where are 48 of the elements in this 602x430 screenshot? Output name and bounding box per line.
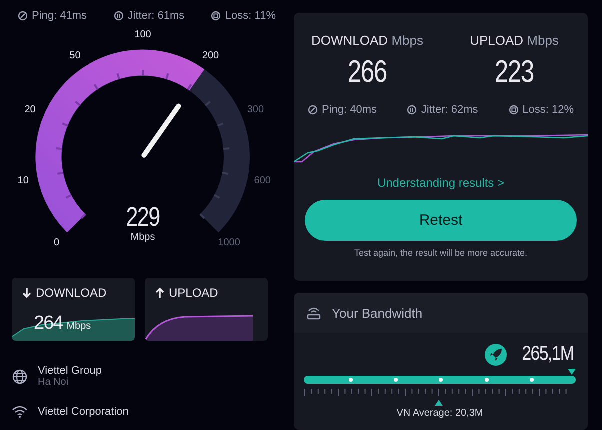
loss-icon xyxy=(211,11,222,21)
speed-value: 223 xyxy=(495,54,534,90)
scale-label: 50 xyxy=(70,50,81,62)
speed-unit: Mbps xyxy=(66,321,92,332)
gauge-needle xyxy=(142,104,182,158)
average-label: VN Average: 20,3M xyxy=(396,408,484,419)
stat-label: Ping: 40ms xyxy=(322,104,378,116)
mini-title: DOWNLOAD xyxy=(36,286,107,300)
hint-text: Test again, the result will be more accurate. xyxy=(354,248,528,258)
speed-unit: Mbps xyxy=(130,232,156,243)
bandwidth-value: 265,1M xyxy=(522,343,574,366)
rocket-icon xyxy=(485,344,508,366)
stat-label: Loss: 12% xyxy=(522,104,574,116)
jitter-icon xyxy=(114,11,124,21)
column-heading: DOWNLOAD Mbps xyxy=(312,33,424,48)
ping-icon xyxy=(18,11,28,21)
router-icon xyxy=(306,306,322,320)
speed-value: 229 xyxy=(126,202,160,232)
speed-value: 266 xyxy=(348,54,387,90)
jitter-icon xyxy=(407,105,418,115)
results-link[interactable]: Understanding results > xyxy=(377,176,505,190)
stat-label: Jitter: 62ms xyxy=(421,104,478,116)
isp-name: Viettel Group xyxy=(38,365,102,377)
scale-label: 300 xyxy=(247,104,264,116)
scale-label: 1000 xyxy=(218,238,240,249)
scale-label: 20 xyxy=(24,104,36,116)
stat-label: Loss: 11% xyxy=(225,10,276,22)
stat-label: Ping: 41ms xyxy=(32,10,88,22)
scale-label: 10 xyxy=(18,175,29,186)
ping-icon xyxy=(308,105,318,115)
speed-value: 264 xyxy=(34,313,63,335)
down-arrow-icon xyxy=(22,287,32,299)
isp-location: Ha Noi xyxy=(38,377,70,388)
scale-label: 0 xyxy=(54,238,60,249)
column-heading: UPLOAD Mbps xyxy=(470,33,559,48)
mini-title: UPLOAD xyxy=(169,286,218,300)
scale-label: 600 xyxy=(254,175,271,186)
retest-button[interactable]: Retest xyxy=(305,200,577,241)
loss-icon xyxy=(508,105,519,115)
isp-name: Viettel Corporation xyxy=(38,406,129,418)
scale-label: 100 xyxy=(134,30,152,40)
average-marker-icon xyxy=(435,400,443,406)
scale-label: 200 xyxy=(202,50,220,62)
wifi-icon xyxy=(12,404,28,419)
card-title: Your Bandwidth xyxy=(332,306,423,320)
globe-icon xyxy=(12,369,28,384)
up-arrow-icon xyxy=(155,287,165,299)
stat-label: Jitter: 61ms xyxy=(128,10,185,22)
